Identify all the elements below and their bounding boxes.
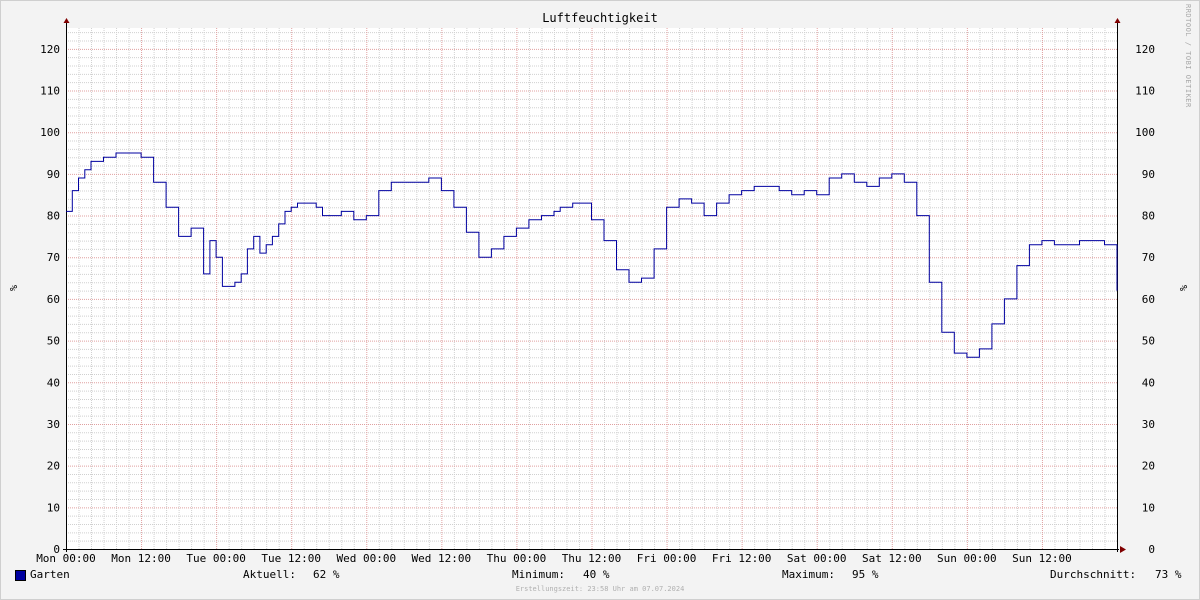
y-tick-label-right: 10 (1142, 501, 1155, 514)
y-tick-label-right: 80 (1142, 210, 1155, 223)
x-tick-label: Sun 12:00 (1012, 552, 1072, 565)
y-tick-label-right: 110 (1135, 85, 1155, 98)
y-tick-label-left: 70 (47, 251, 60, 264)
y-tick-label-left: 30 (47, 418, 60, 431)
y-tick-label-left: 40 (47, 376, 60, 389)
y-axis-arrow-left (63, 18, 70, 23)
y-tick-label-right: 90 (1142, 168, 1155, 181)
y-axis-label-right: % (1177, 285, 1188, 291)
y-tick-label-right: 20 (1142, 460, 1155, 473)
y-tick-label-left: 110 (40, 85, 60, 98)
creation-timestamp: Erstellungszeit: 23:58 Uhr am 07.07.2024 (515, 585, 685, 593)
y-tick-label-right: 50 (1142, 335, 1155, 348)
x-tick-label: Wed 12:00 (412, 552, 472, 565)
average-value: 73 % (1155, 568, 1182, 581)
y-tick-label-left: 60 (47, 293, 60, 306)
y-axis-arrow-right (1114, 18, 1121, 23)
average-label: Durchschnitt: (1050, 568, 1137, 581)
x-tick-label: Sun 00:00 (937, 552, 997, 565)
x-tick-label: Mon 00:00 (36, 552, 96, 565)
x-tick-label: Tue 00:00 (186, 552, 246, 565)
y-tick-label-right: 0 (1148, 543, 1155, 556)
y-tick-label-right: 60 (1142, 293, 1155, 306)
minimum-value: 40 % (583, 568, 610, 581)
legend-series-name: Garten (30, 568, 70, 581)
minimum-label: Minimum: (512, 568, 565, 581)
maximum-label: Maximum: (782, 568, 835, 581)
y-tick-label-left: 80 (47, 210, 60, 223)
current-value: 62 % (313, 568, 340, 581)
x-tick-label: Thu 00:00 (487, 552, 547, 565)
legend-swatch-garten (15, 570, 26, 581)
y-tick-label-right: 30 (1142, 418, 1155, 431)
x-tick-label: Sat 12:00 (862, 552, 922, 565)
x-tick-label: Fri 12:00 (712, 552, 772, 565)
x-tick-label: Thu 12:00 (562, 552, 622, 565)
humidity-chart: 0 010 1020 2030 3040 4050 5060 6070 7080 8090 9010… (7, 18, 1188, 565)
y-tick-label-right: 70 (1142, 251, 1155, 264)
x-axis-arrow (1120, 546, 1126, 553)
y-tick-label-left: 10 (47, 501, 60, 514)
y-tick-label-left: 90 (47, 168, 60, 181)
grid-layer (66, 28, 1117, 549)
y-tick-label-right: 40 (1142, 376, 1155, 389)
y-tick-label-right: 100 (1135, 126, 1155, 139)
y-tick-label-right: 120 (1135, 43, 1155, 56)
x-tick-label: Wed 00:00 (336, 552, 396, 565)
y-tick-label-left: 120 (40, 43, 60, 56)
y-tick-label-left: 20 (47, 460, 60, 473)
x-tick-label: Mon 12:00 (111, 552, 171, 565)
current-label: Aktuell: (243, 568, 296, 581)
x-tick-label: Tue 12:00 (261, 552, 321, 565)
y-tick-label-left: 100 (40, 126, 60, 139)
x-tick-label: Fri 00:00 (637, 552, 697, 565)
y-tick-label-left: 50 (47, 335, 60, 348)
x-tick-label: Sat 00:00 (787, 552, 847, 565)
maximum-value: 95 % (852, 568, 879, 581)
y-axis-label-left: % (7, 285, 18, 291)
